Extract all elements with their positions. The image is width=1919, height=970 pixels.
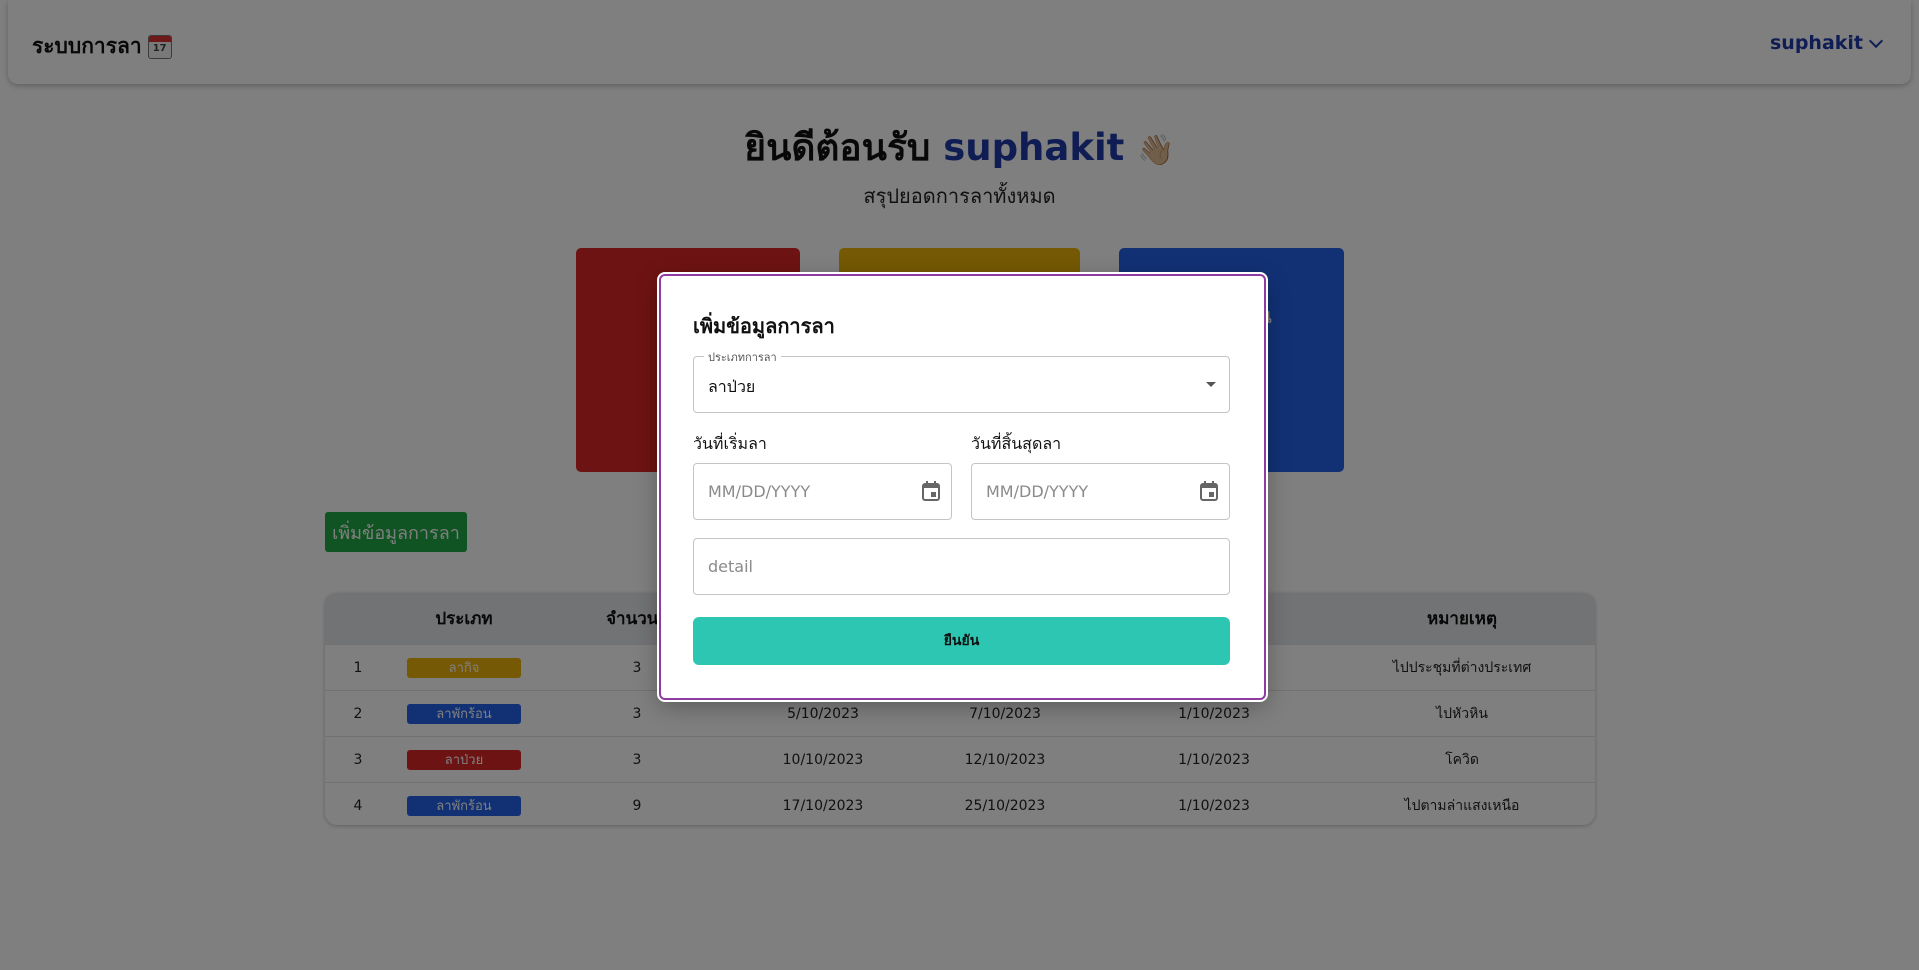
confirm-button[interactable]: ยืนยัน — [693, 617, 1230, 665]
end-date-label: วันที่สิ้นสุดลา — [971, 434, 1062, 453]
add-leave-modal: เพิ่มข้อมูลการลา ประเภทการลา ลาป่วย วันท… — [659, 274, 1266, 700]
start-date-placeholder: MM/DD/YYYY — [708, 482, 811, 501]
calendar-icon[interactable] — [922, 481, 940, 501]
dropdown-caret-icon — [1206, 382, 1216, 387]
detail-input[interactable]: detail — [693, 538, 1230, 595]
start-date-input[interactable]: MM/DD/YYYY — [693, 463, 952, 520]
end-date-input[interactable]: MM/DD/YYYY — [971, 463, 1230, 520]
modal-title: เพิ่มข้อมูลการลา — [693, 314, 835, 338]
calendar-icon[interactable] — [1200, 481, 1218, 501]
leave-type-select[interactable]: ประเภทการลา ลาป่วย — [693, 348, 1230, 413]
end-date-placeholder: MM/DD/YYYY — [986, 482, 1089, 501]
start-date-label: วันที่เริ่มลา — [693, 434, 767, 453]
detail-placeholder: detail — [708, 557, 753, 576]
leave-type-label: ประเภทการลา — [704, 348, 781, 366]
leave-type-value: ลาป่วย — [708, 377, 756, 396]
